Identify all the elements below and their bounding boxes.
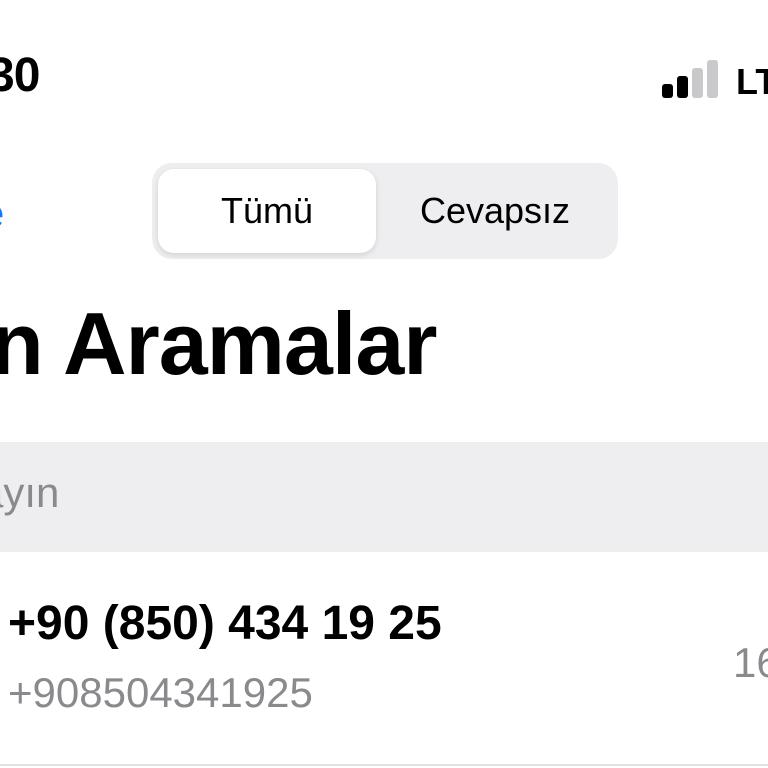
- segment-all[interactable]: Tümü: [158, 169, 376, 253]
- signal-bar: [707, 60, 718, 98]
- call-list-item[interactable]: +90 (850) 434 19 25 +908504341925 16: [0, 556, 768, 768]
- page-title: n Aramalar: [0, 294, 437, 393]
- call-subtitle: +908504341925: [8, 669, 313, 716]
- search-field[interactable]: ayın: [0, 442, 768, 552]
- status-indicators: LT: [662, 58, 768, 100]
- call-filter-segmented-control: Tümü Cevapsız: [152, 163, 618, 259]
- network-type: LT: [736, 61, 768, 102]
- search-placeholder: ayın: [0, 469, 60, 516]
- recents-screen: 30 LT e Tümü Cevapsız n Aramalar ayın +9…: [0, 0, 768, 768]
- segment-missed[interactable]: Cevapsız: [378, 169, 612, 253]
- signal-bar: [692, 68, 703, 98]
- status-time: 30: [0, 49, 40, 102]
- signal-bar: [662, 84, 673, 98]
- call-number: +90 (850) 434 19 25: [8, 597, 442, 650]
- call-time: 16: [733, 639, 768, 686]
- signal-bar: [677, 76, 688, 98]
- cellular-signal-icon: [662, 58, 718, 98]
- row-divider: [0, 764, 768, 766]
- edit-button[interactable]: e: [0, 194, 4, 234]
